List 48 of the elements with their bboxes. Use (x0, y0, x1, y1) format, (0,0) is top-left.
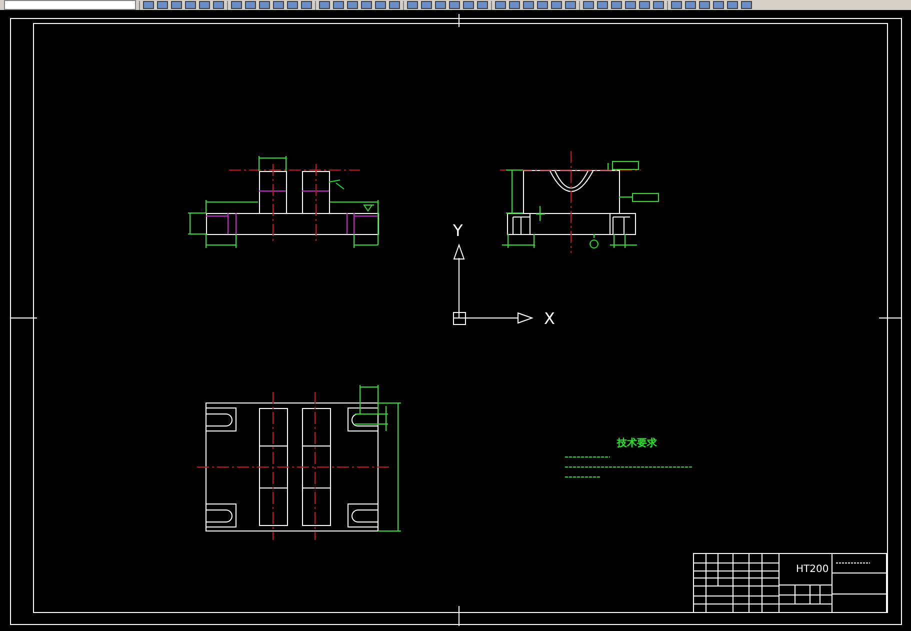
toolbar-icon[interactable] (407, 1, 418, 9)
toolbar-icon[interactable] (375, 1, 386, 9)
toolbar-icon[interactable] (495, 1, 506, 9)
toolbar-icon[interactable] (287, 1, 298, 9)
toolbar-icon[interactable] (347, 1, 358, 9)
toolbar-icon[interactable] (273, 1, 284, 9)
toolbar-icon[interactable] (231, 1, 242, 9)
x-axis-label: X (544, 309, 555, 328)
toolbar-icon[interactable] (361, 1, 372, 9)
toolbar-icon[interactable] (509, 1, 520, 9)
toolbar-icon[interactable] (597, 1, 608, 9)
toolbar-icon[interactable] (477, 1, 488, 9)
toolbar-icon[interactable] (421, 1, 432, 9)
toolbar-icon[interactable] (463, 1, 474, 9)
toolbar-icon[interactable] (523, 1, 534, 9)
toolbar-icon[interactable] (449, 1, 460, 9)
toolbar-icon[interactable] (653, 1, 664, 9)
toolbar-icon[interactable] (741, 1, 752, 9)
toolbar-icon[interactable] (319, 1, 330, 9)
toolbar-icon[interactable] (583, 1, 594, 9)
layer-dropdown[interactable] (4, 0, 136, 10)
toolbar-icon[interactable] (143, 1, 154, 9)
material-label: HT200 (796, 564, 829, 575)
technical-requirements-title: 技术要求 (617, 438, 657, 449)
toolbar-icon[interactable] (611, 1, 622, 9)
toolbar-icon[interactable] (435, 1, 446, 9)
toolbar-icon[interactable] (333, 1, 344, 9)
y-axis-label: Y (453, 221, 463, 240)
toolbar-icon[interactable] (565, 1, 576, 9)
toolbar-icon[interactable] (199, 1, 210, 9)
toolbar-icon[interactable] (301, 1, 312, 9)
toolbar-icon[interactable] (685, 1, 696, 9)
toolbar-icon[interactable] (671, 1, 682, 9)
toolbar-icon[interactable] (157, 1, 168, 9)
toolbar-icon[interactable] (537, 1, 548, 9)
toolbar-icon[interactable] (551, 1, 562, 9)
toolbar-icon[interactable] (389, 1, 400, 9)
toolbar-icon[interactable] (727, 1, 738, 9)
toolbar-icon[interactable] (625, 1, 636, 9)
ucs-axes-icon (452, 244, 534, 325)
toolbar-icon[interactable] (171, 1, 182, 9)
toolbar-icon[interactable] (259, 1, 270, 9)
toolbar-icon[interactable] (713, 1, 724, 9)
toolbar-icon[interactable] (699, 1, 710, 9)
toolbar-icon[interactable] (639, 1, 650, 9)
toolbar-icon[interactable] (245, 1, 256, 9)
toolbar-icon[interactable] (213, 1, 224, 9)
toolbar-icon[interactable] (185, 1, 196, 9)
